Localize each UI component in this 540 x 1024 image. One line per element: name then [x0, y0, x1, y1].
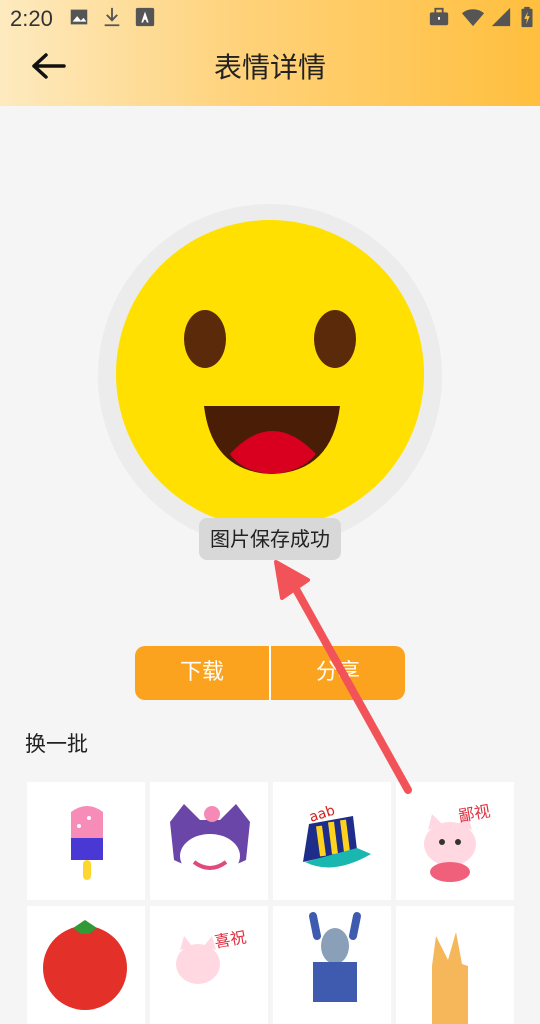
- annotation-arrow: [274, 560, 412, 794]
